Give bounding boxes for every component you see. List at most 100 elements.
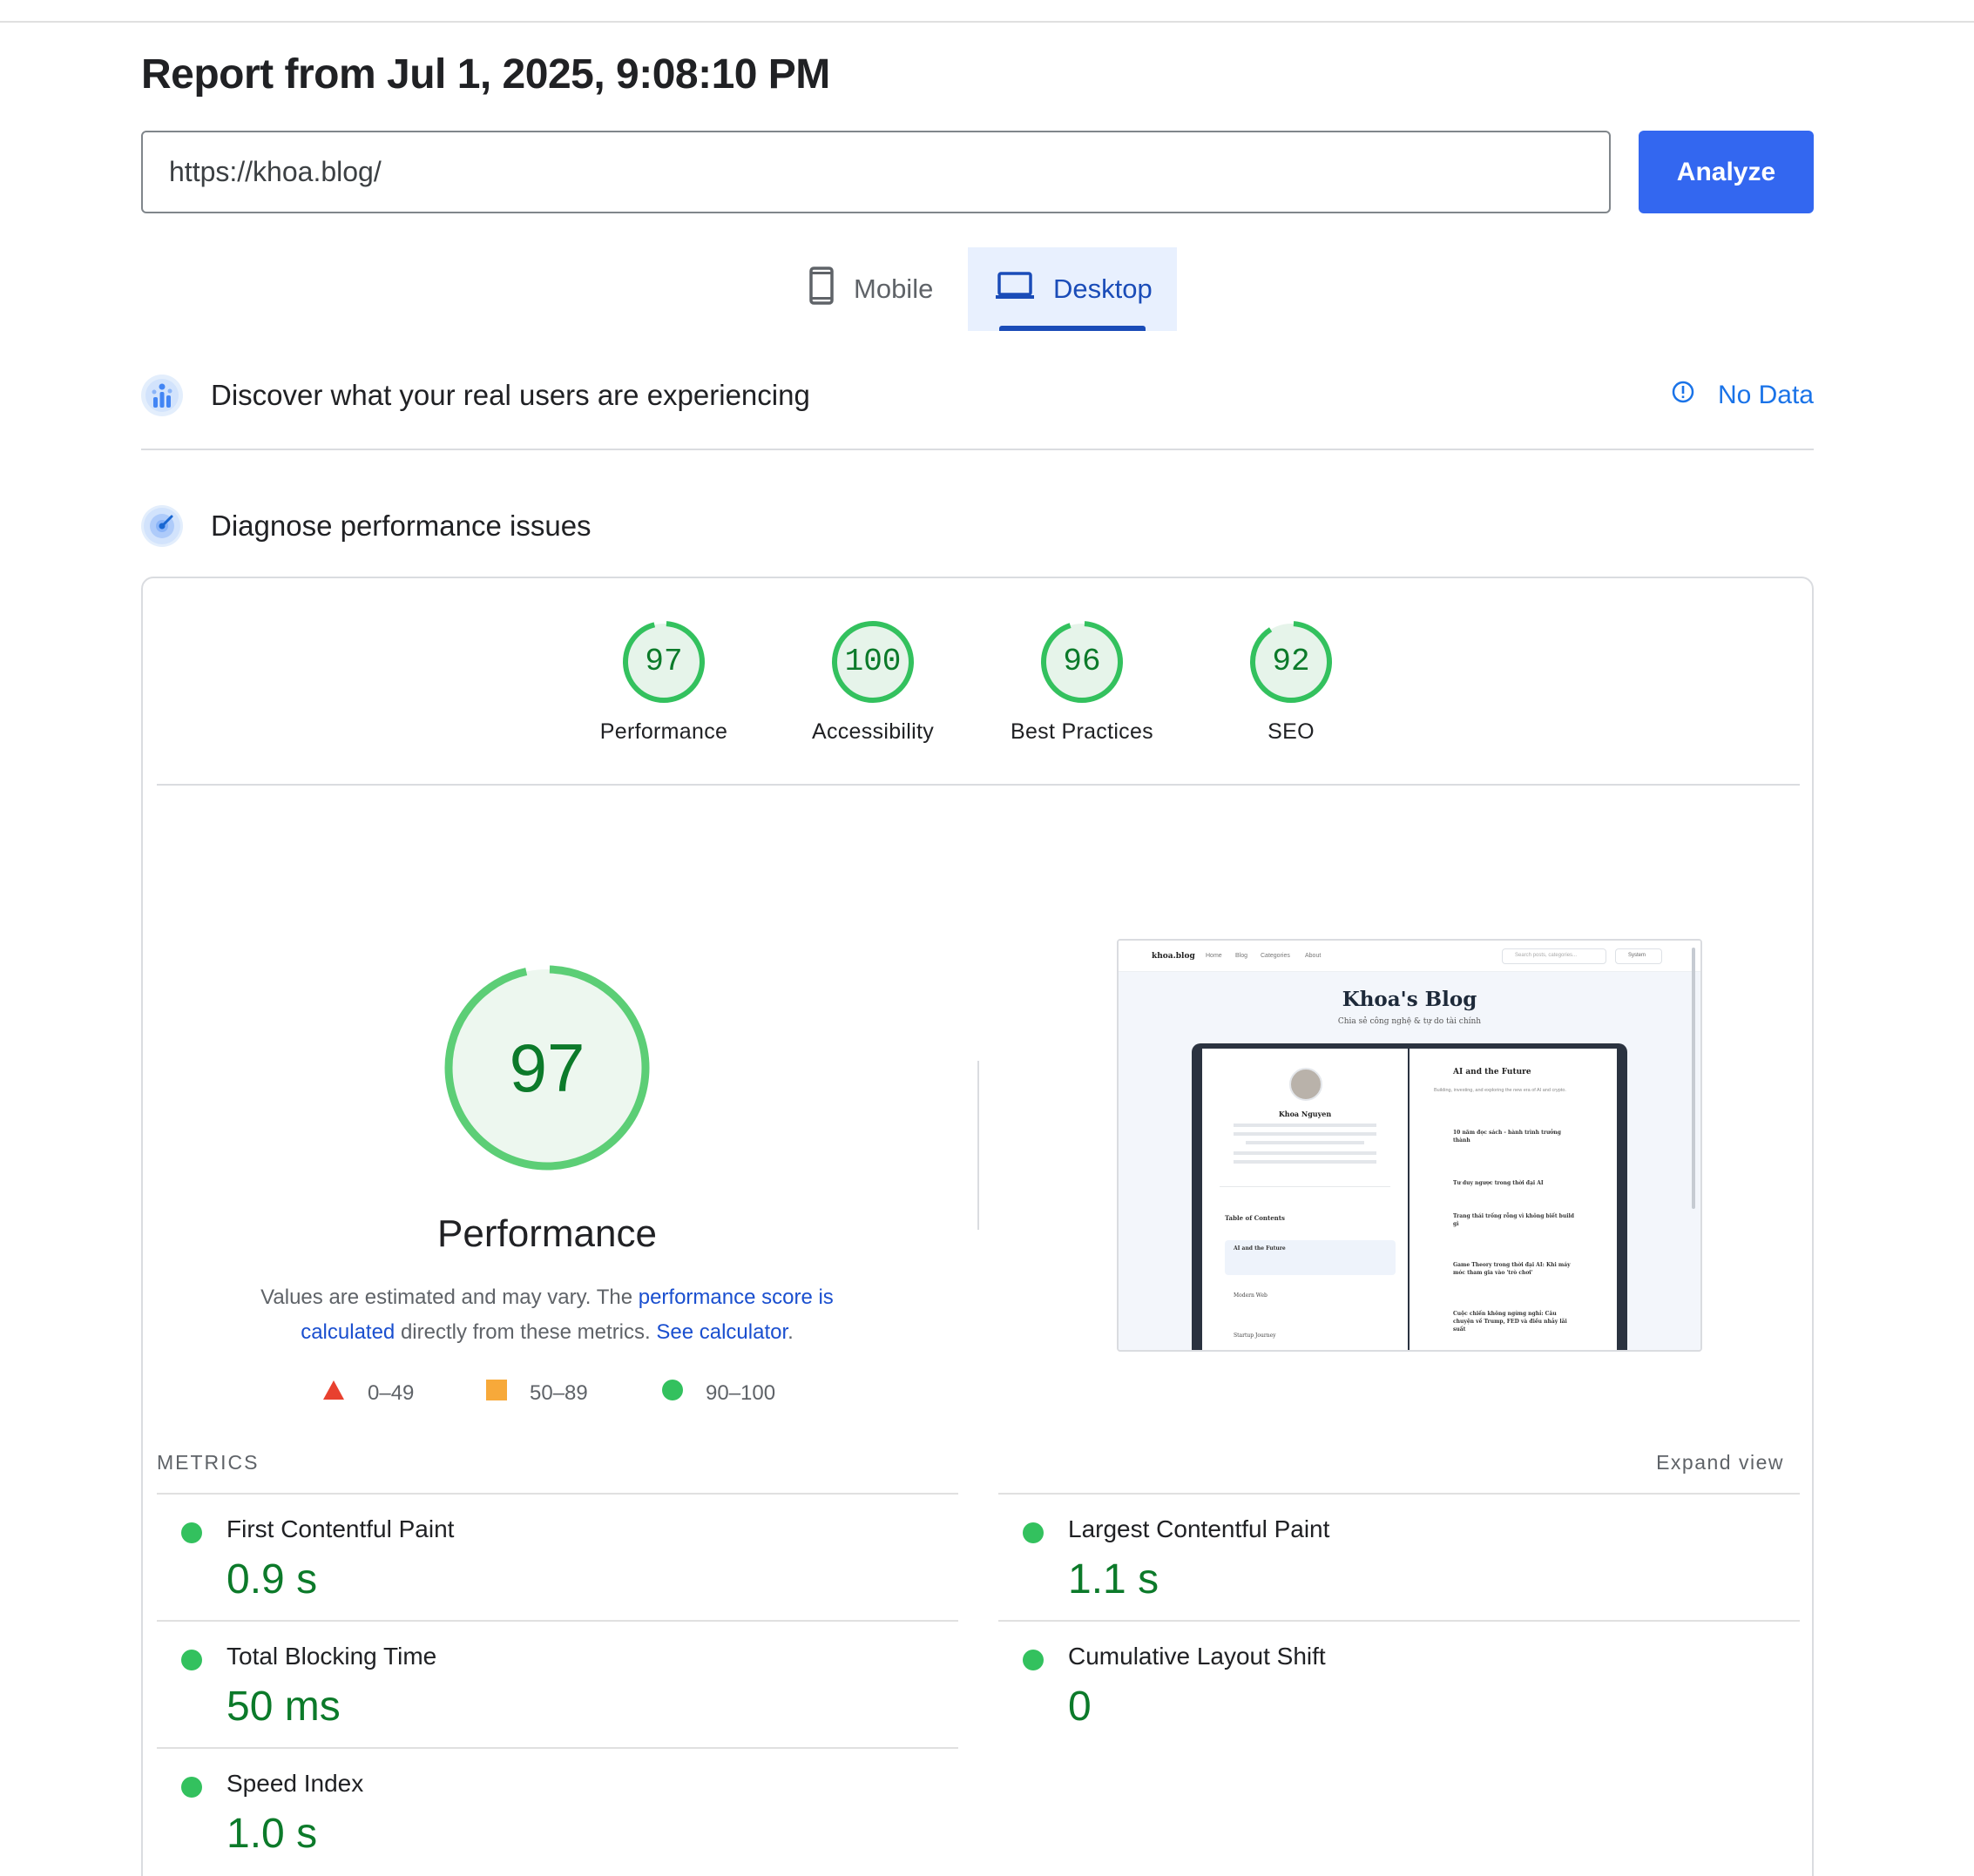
see-calculator-link[interactable]: See calculator bbox=[656, 1320, 788, 1344]
gauge-accessibility-label: Accessibility bbox=[811, 719, 935, 744]
estimate-middle: directly from these metrics. bbox=[395, 1320, 657, 1344]
diagnose-heading: Diagnose performance issues bbox=[211, 509, 592, 542]
expand-view-toggle[interactable]: Expand view bbox=[1656, 1451, 1784, 1474]
thumb-bio-line bbox=[1234, 1151, 1376, 1155]
thumb-site-name: khoa.blog bbox=[1152, 952, 1195, 961]
real-users-section[interactable]: Discover what your real users are experi… bbox=[141, 375, 810, 416]
thumb-bio-line bbox=[1234, 1124, 1376, 1127]
thumb-search: Search posts, categories... bbox=[1502, 948, 1606, 964]
metric-fcp: First Contentful Paint 0.9 s bbox=[157, 1493, 958, 1620]
estimate-suffix: . bbox=[788, 1320, 794, 1344]
diagnose-card: 97 Performance 100 Accessibility 96 Best… bbox=[141, 577, 1814, 1876]
info-icon bbox=[1671, 380, 1695, 411]
diagnose-section: Diagnose performance issues bbox=[141, 505, 592, 547]
estimate-prefix: Values are estimated and may vary. The bbox=[260, 1286, 639, 1309]
tab-mobile-label: Mobile bbox=[854, 273, 934, 304]
pass-dot-icon bbox=[181, 1777, 202, 1798]
radar-icon bbox=[141, 505, 183, 547]
metric-cls: Cumulative Layout Shift 0 bbox=[998, 1620, 1800, 1747]
gauge-performance-score: 97 bbox=[645, 644, 683, 679]
metric-tbt-value: 50 ms bbox=[226, 1684, 341, 1730]
pass-dot-icon bbox=[1023, 1522, 1044, 1543]
thumb-toc-item-1: AI and the Future bbox=[1234, 1245, 1286, 1252]
legend-average: 50–89 bbox=[486, 1380, 588, 1407]
thumb-bio-line bbox=[1234, 1132, 1376, 1136]
gauge-best-practices-label: Best Practices bbox=[1011, 719, 1153, 744]
thumb-left-panel: Khoa Nguyen Table of Contents AI and the… bbox=[1202, 1049, 1408, 1350]
thumb-post-1: 10 năm đọc sách - hành trình trưởng thàn… bbox=[1453, 1130, 1561, 1144]
metrics-title: METRICS bbox=[157, 1451, 260, 1474]
selected-tab-indicator bbox=[999, 326, 1146, 331]
legend-average-range: 50–89 bbox=[530, 1380, 588, 1405]
thumb-author: Khoa Nguyen bbox=[1278, 1110, 1332, 1118]
thumb-toc-item-2: Modern Web bbox=[1234, 1292, 1268, 1299]
thumb-nav-categories: Categories bbox=[1261, 953, 1290, 959]
legend-fail-range: 0–49 bbox=[368, 1380, 415, 1405]
performance-big-score: 97 bbox=[509, 1029, 585, 1106]
no-data-link[interactable]: No Data bbox=[1671, 380, 1814, 411]
thumb-blog-title: Khoa's Blog bbox=[1342, 988, 1477, 1011]
section-divider bbox=[141, 449, 1814, 450]
thumb-section-title: AI and the Future bbox=[1453, 1068, 1531, 1076]
gauge-seo[interactable]: 92 SEO bbox=[1195, 618, 1387, 745]
thumb-nav-about: About bbox=[1305, 953, 1322, 959]
metric-si: Speed Index 1.0 s bbox=[157, 1747, 958, 1874]
metric-cls-value: 0 bbox=[1068, 1684, 1092, 1730]
circle-icon bbox=[662, 1380, 683, 1407]
tab-desktop-label: Desktop bbox=[1053, 273, 1153, 304]
thumb-section-desc: Building, investing, and exploring the n… bbox=[1434, 1088, 1566, 1093]
performance-big-label: Performance bbox=[437, 1212, 657, 1255]
thumb-post-5: Cuộc chiến không ngừng nghỉ: Câu chuyện … bbox=[1453, 1311, 1567, 1333]
thumb-avatar bbox=[1289, 1068, 1322, 1101]
legend-pass: 90–100 bbox=[662, 1380, 775, 1407]
thumb-scrollbar bbox=[1692, 948, 1695, 1209]
gauge-performance[interactable]: 97 Performance bbox=[568, 618, 760, 745]
metric-lcp: Largest Contentful Paint 1.1 s bbox=[998, 1493, 1800, 1620]
thumb-nav-blog: Blog bbox=[1235, 953, 1248, 959]
thumb-toc-title: Table of Contents bbox=[1225, 1214, 1285, 1222]
gauge-seo-label: SEO bbox=[1268, 719, 1315, 744]
metric-si-value: 1.0 s bbox=[226, 1811, 318, 1857]
thumb-bio-line bbox=[1234, 1160, 1376, 1164]
top-divider bbox=[0, 21, 1974, 23]
thumb-divider bbox=[1220, 1186, 1390, 1187]
metric-tbt-label: Total Blocking Time bbox=[226, 1643, 437, 1670]
tab-mobile[interactable]: Mobile bbox=[781, 247, 968, 331]
metric-fcp-label: First Contentful Paint bbox=[226, 1515, 455, 1542]
pass-dot-icon bbox=[1023, 1650, 1044, 1670]
metric-cls-label: Cumulative Layout Shift bbox=[1068, 1643, 1326, 1670]
device-tabs: Mobile Desktop bbox=[781, 247, 1177, 331]
triangle-icon bbox=[322, 1380, 345, 1407]
square-icon bbox=[486, 1380, 507, 1407]
laptop-icon bbox=[996, 271, 1034, 307]
phone-icon bbox=[808, 266, 835, 313]
report-title: Report from Jul 1, 2025, 9:08:10 PM bbox=[141, 51, 830, 98]
metric-lcp-value: 1.1 s bbox=[1068, 1556, 1159, 1603]
thumb-blog-subtitle: Chia sẻ công nghệ & tự do tài chính bbox=[1337, 1017, 1482, 1026]
legend-pass-range: 90–100 bbox=[706, 1380, 776, 1405]
thumb-nav-home: Home bbox=[1206, 953, 1222, 959]
gauge-best-practices-score: 96 bbox=[1063, 644, 1101, 679]
gauge-best-practices[interactable]: 96 Best Practices bbox=[986, 618, 1178, 745]
pass-dot-icon bbox=[181, 1522, 202, 1543]
gauge-seo-score: 92 bbox=[1272, 644, 1310, 679]
page-screenshot-thumbnail[interactable]: khoa.blog Home Blog Categories About Sea… bbox=[1117, 939, 1702, 1352]
users-chart-icon bbox=[141, 375, 183, 416]
gauge-accessibility[interactable]: 100 Accessibility bbox=[777, 618, 969, 745]
url-input[interactable] bbox=[141, 131, 1611, 213]
thumb-navbar: khoa.blog Home Blog Categories About Sea… bbox=[1119, 941, 1700, 972]
no-data-label: No Data bbox=[1717, 381, 1814, 409]
thumb-post-3: Trang thái trống rỗng vì không biết buil… bbox=[1453, 1213, 1574, 1227]
analyze-button[interactable]: Analyze bbox=[1639, 131, 1814, 213]
thumb-post-2: Tư duy ngược trong thời đại AI bbox=[1453, 1180, 1544, 1186]
thumb-post-4: Game Theory trong thời đại AI: Khi máy m… bbox=[1453, 1262, 1571, 1276]
real-users-heading: Discover what your real users are experi… bbox=[211, 379, 810, 411]
thumb-toc-item-3: Startup Journey bbox=[1234, 1333, 1276, 1339]
thumb-right-panel: AI and the Future Building, investing, a… bbox=[1410, 1049, 1617, 1350]
thumb-theme-select: System bbox=[1615, 948, 1662, 964]
pass-dot-icon bbox=[181, 1650, 202, 1670]
tab-desktop[interactable]: Desktop bbox=[968, 247, 1177, 331]
gauge-performance-label: Performance bbox=[599, 719, 728, 744]
metric-lcp-label: Largest Contentful Paint bbox=[1068, 1515, 1330, 1542]
legend-fail: 0–49 bbox=[322, 1380, 414, 1407]
